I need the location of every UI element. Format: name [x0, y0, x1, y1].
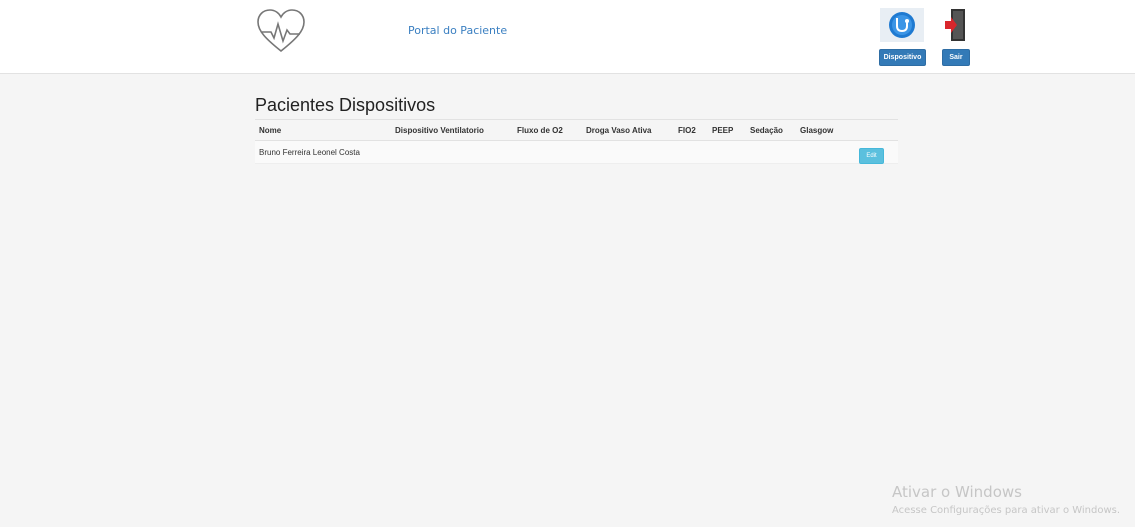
edit-button[interactable]: Edit: [859, 148, 884, 164]
column-header-droga-vaso-ativa: Droga Vaso Ativa: [582, 119, 674, 141]
windows-activation-watermark: Ativar o Windows Acesse Configurações pa…: [892, 483, 1120, 516]
cell-glasgow: [796, 140, 855, 164]
cell-peep: [708, 140, 746, 164]
stethoscope-icon[interactable]: [880, 8, 924, 42]
column-header-fluxo-o2: Fluxo de O2: [513, 119, 582, 141]
portal-title-link[interactable]: Portal do Paciente: [408, 24, 507, 37]
cell-dispositivo: [391, 140, 513, 164]
watermark-subtitle: Acesse Configurações para ativar o Windo…: [892, 505, 1121, 516]
column-header-actions: [855, 119, 898, 141]
cell-sedacao: [746, 140, 796, 164]
table-row: Bruno Ferreira Leonel Costa Edit: [255, 140, 898, 164]
watermark-title: Ativar o Windows: [892, 483, 1022, 501]
cell-nome: Bruno Ferreira Leonel Costa: [255, 140, 391, 164]
cell-fluxo-o2: [513, 140, 582, 164]
column-header-nome: Nome: [255, 119, 391, 141]
exit-door-icon[interactable]: [943, 8, 967, 42]
column-header-fio2: FIO2: [674, 119, 708, 141]
column-header-peep: PEEP: [708, 119, 746, 141]
header: Portal do Paciente Dispositivo Sair: [0, 0, 1135, 74]
cell-actions: Edit: [855, 140, 898, 164]
page-title: Pacientes Dispositivos: [255, 95, 436, 115]
device-button[interactable]: Dispositivo: [879, 49, 926, 66]
patients-devices-table: Nome Dispositivo Ventilatorio Fluxo de O…: [255, 119, 898, 164]
cell-fio2: [674, 140, 708, 164]
table-header-row: Nome Dispositivo Ventilatorio Fluxo de O…: [255, 119, 898, 141]
exit-button[interactable]: Sair: [942, 49, 970, 66]
column-header-dispositivo-ventilatorio: Dispositivo Ventilatorio: [391, 119, 513, 141]
heart-pulse-icon[interactable]: [256, 8, 306, 54]
column-header-glasgow: Glasgow: [796, 119, 855, 141]
column-header-sedacao: Sedação: [746, 119, 796, 141]
cell-droga-vaso-ativa: [582, 140, 674, 164]
